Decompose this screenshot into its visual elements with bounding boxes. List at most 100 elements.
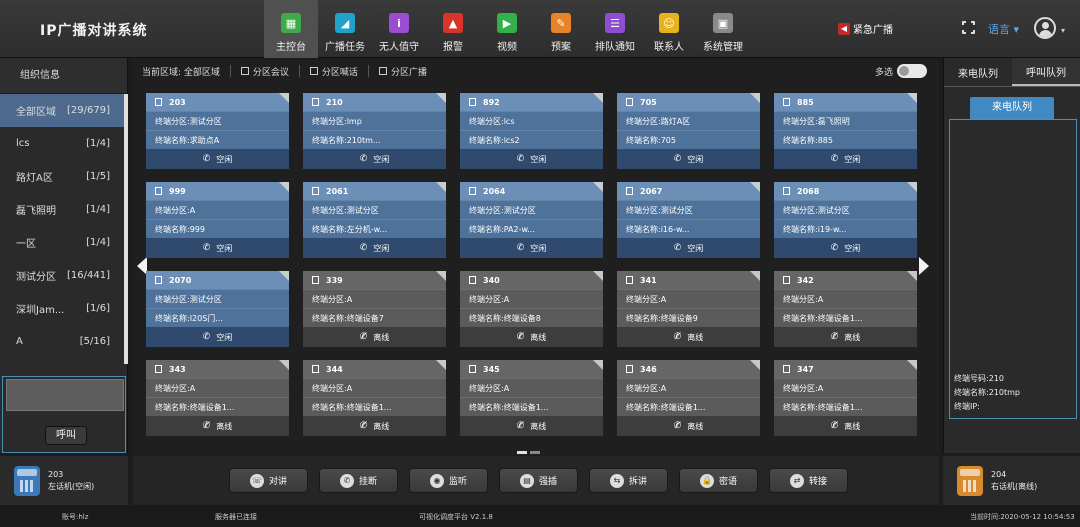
hangup-icon: ✆: [339, 473, 354, 488]
nav-item-queue-notice[interactable]: ☰ 排队通知: [588, 0, 642, 58]
next-page-arrow-icon[interactable]: [919, 257, 929, 275]
terminal-card[interactable]: 347 终端分区:A 终端名称:终端设备1... ✆̸ 离线: [774, 360, 917, 436]
monitor-button[interactable]: ◉ 监听: [409, 468, 488, 493]
tab-call-queue[interactable]: 呼叫队列: [1012, 58, 1080, 86]
app-title: IP广播对讲系统: [40, 23, 148, 39]
terminal-card[interactable]: 2068 终端分区:测试分区 终端名称:i19-w... ✆ 空闲: [774, 182, 917, 258]
terminal-zone: 终端分区:测试分区: [460, 200, 603, 219]
terminal-zone: 终端分区:A: [617, 289, 760, 308]
zone-broadcast-label: 分区广播: [390, 67, 427, 78]
terminal-zone: 终端分区:A: [146, 378, 289, 397]
nav-item-plan[interactable]: ✎ 预案: [534, 0, 588, 58]
group-item[interactable]: 测试分区 [16/441]: [0, 259, 124, 292]
call-number-input[interactable]: [6, 379, 124, 411]
tab-incoming-queue[interactable]: 来电队列: [944, 58, 1012, 86]
nav-item-contacts[interactable]: ☺ 联系人: [642, 0, 696, 58]
page-dot-1[interactable]: [517, 451, 527, 454]
action-label: 转接: [808, 477, 827, 487]
terminal-card[interactable]: 346 终端分区:A 终端名称:终端设备1... ✆̸ 离线: [617, 360, 760, 436]
terminal-zone: 终端分区:测试分区: [146, 111, 289, 130]
call-button[interactable]: 呼叫: [45, 426, 87, 445]
group-name: 一区: [16, 239, 36, 250]
multi-select-label: 多选: [874, 67, 893, 78]
nav-item-unattended[interactable]: i 无人值守: [372, 0, 426, 58]
terminal-card[interactable]: 344 终端分区:A 终端名称:终端设备1... ✆̸ 离线: [303, 360, 446, 436]
terminal-id: 346: [640, 364, 657, 374]
zone-shout-button[interactable]: 分区喊话: [298, 65, 368, 78]
platform-version: 可视化调度平台 V2.1.8: [419, 513, 493, 521]
zone-meeting-button[interactable]: 分区会议: [229, 65, 299, 78]
terminal-card[interactable]: 2064 终端分区:测试分区 终端名称:PA2-w... ✆ 空闲: [460, 182, 603, 258]
group-item[interactable]: A [5/16]: [0, 325, 124, 358]
terminal-status: ✆̸ 离线: [617, 416, 760, 436]
terminal-id: 344: [326, 364, 343, 374]
force-insert-button[interactable]: ▤ 强插: [499, 468, 578, 493]
terminal-card[interactable]: 340 终端分区:A 终端名称:终端设备8 ✆̸ 离线: [460, 271, 603, 347]
phone-icon: ✆: [830, 154, 839, 164]
group-item[interactable]: 一区 [1/4]: [0, 226, 124, 259]
terminal-card[interactable]: 2067 终端分区:测试分区 终端名称:i16-w... ✆ 空闲: [617, 182, 760, 258]
phone-offline-icon: ✆̸: [673, 332, 682, 342]
action-label: 强插: [538, 477, 557, 487]
nav-item-console[interactable]: ▦ 主控台: [264, 0, 318, 58]
right-phone-status: 204 右话机(离线): [943, 456, 1080, 505]
terminal-name: 终端名称:705: [617, 130, 760, 149]
language-select[interactable]: 语言 ▾: [988, 21, 1019, 37]
terminal-card[interactable]: 342 终端分区:A 终端名称:终端设备1... ✆̸ 离线: [774, 271, 917, 347]
phone-offline-icon: ✆̸: [202, 421, 211, 431]
whisper-button[interactable]: 🔒 密语: [679, 468, 758, 493]
terminal-card[interactable]: 2070 终端分区:测试分区 终端名称:I20S门... ✆ 空闲: [146, 271, 289, 347]
terminal-card[interactable]: 2061 终端分区:测试分区 终端名称:左分机-w... ✆ 空闲: [303, 182, 446, 258]
terminal-card[interactable]: 345 终端分区:A 终端名称:终端设备1... ✆̸ 离线: [460, 360, 603, 436]
nav-item-video[interactable]: ▶ 视频: [480, 0, 534, 58]
terminal-icon: [783, 276, 790, 284]
app-root: IP广播对讲系统 ▦ 主控台 ◢ 广播任务 i 无人值守 ▲ 报警 ▶ 视频 ✎ 预案 ☰ 排队通知 ☺ 联系…: [0, 0, 1080, 527]
transfer-button[interactable]: ⇄ 转接: [769, 468, 848, 493]
nav-item-alarm[interactable]: ▲ 报警: [426, 0, 480, 58]
incoming-queue-button[interactable]: 来电队列: [970, 97, 1054, 119]
terminal-card-header: 341: [617, 271, 760, 289]
group-item[interactable]: 路灯A区 [1/5]: [0, 160, 124, 193]
terminal-card[interactable]: 339 终端分区:A 终端名称:终端设备7 ✆̸ 离线: [303, 271, 446, 347]
intercom-button[interactable]: ☏ 对讲: [229, 468, 308, 493]
terminal-card-header: 705: [617, 93, 760, 111]
nav-item-system-admin[interactable]: ▣ 系统管理: [696, 0, 750, 58]
terminal-card[interactable]: 203 终端分区:测试分区 终端名称:求助点A ✆ 空闲: [146, 93, 289, 169]
fullscreen-icon[interactable]: [961, 20, 976, 35]
terminal-card[interactable]: 892 终端分区:lcs 终端名称:lcs2 ✆ 空闲: [460, 93, 603, 169]
shout-icon: [309, 67, 318, 75]
language-label: 语言: [988, 23, 1010, 36]
group-item[interactable]: 深圳Jam... [1/6]: [0, 292, 124, 325]
zone-broadcast-button[interactable]: 分区广播: [367, 65, 437, 78]
left-phone-name: 左话机(空闲): [48, 481, 95, 491]
multi-select-toggle[interactable]: [897, 64, 927, 78]
split-talk-button[interactable]: ⇆ 拆讲: [589, 468, 668, 493]
group-list-scrollbar[interactable]: [124, 94, 128, 364]
group-count: [1/4]: [86, 138, 110, 149]
terminal-status: ✆̸ 离线: [303, 416, 446, 436]
group-item[interactable]: 磊飞照明 [1/4]: [0, 193, 124, 226]
group-item[interactable]: 全部区域 [29/679]: [0, 94, 124, 127]
emergency-broadcast-button[interactable]: ◀ 紧急广播: [838, 21, 893, 36]
broadcast-icon: [378, 67, 387, 75]
action-label: 拆讲: [628, 477, 647, 487]
terminal-card[interactable]: 885 终端分区:磊飞照明 终端名称:885 ✆ 空闲: [774, 93, 917, 169]
terminal-card[interactable]: 705 终端分区:路灯A区 终端名称:705 ✆ 空闲: [617, 93, 760, 169]
terminal-card[interactable]: 999 终端分区:A 终端名称:999 ✆ 空闲: [146, 182, 289, 258]
nav-item-broadcast-task[interactable]: ◢ 广播任务: [318, 0, 372, 58]
terminal-icon: [783, 187, 790, 195]
terminal-card[interactable]: 210 终端分区:lmp 终端名称:210tm... ✆ 空闲: [303, 93, 446, 169]
hangup-button[interactable]: ✆ 挂断: [319, 468, 398, 493]
group-item[interactable]: lcs [1/4]: [0, 127, 124, 160]
terminal-card[interactable]: 341 终端分区:A 终端名称:终端设备9 ✆̸ 离线: [617, 271, 760, 347]
terminal-id: 341: [640, 275, 657, 285]
phone-offline-icon: ✆̸: [830, 332, 839, 342]
page-dot-2[interactable]: [530, 451, 540, 454]
user-avatar[interactable]: [1034, 17, 1056, 39]
terminal-name: 终端名称:终端设备8: [460, 308, 603, 327]
phone-offline-icon: ✆̸: [359, 332, 368, 342]
chevron-down-icon[interactable]: ▾: [1061, 26, 1065, 35]
group-count: [16/441]: [67, 270, 110, 281]
terminal-card[interactable]: 343 终端分区:A 终端名称:终端设备1... ✆̸ 离线: [146, 360, 289, 436]
terminal-card-header: 340: [460, 271, 603, 289]
